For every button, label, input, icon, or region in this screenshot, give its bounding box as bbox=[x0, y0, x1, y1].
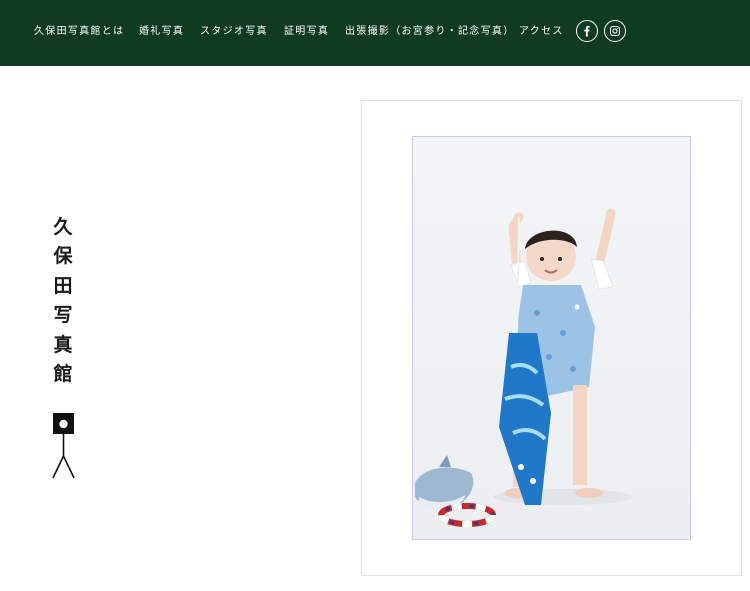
instagram-icon bbox=[609, 25, 621, 37]
nav-item-location-shoot[interactable]: 出張撮影（お宮参り・記念写真） bbox=[345, 25, 515, 39]
toddler-photo-illustration bbox=[413, 137, 690, 539]
nav-item-studio-photo[interactable]: スタジオ写真 bbox=[200, 25, 268, 39]
nav-item-access[interactable]: アクセス bbox=[519, 25, 564, 39]
facebook-link[interactable] bbox=[576, 20, 598, 42]
brand-logo-text: 久保田写真館 bbox=[53, 215, 73, 386]
top-navigation-bar: 久保田写真館とは 婚礼写真 スタジオ写真 証明写真 出張撮影（お宮参り・記念写真… bbox=[0, 0, 750, 66]
nav-item-id-photo[interactable]: 証明写真 bbox=[284, 25, 329, 39]
hero-photo[interactable] bbox=[412, 136, 691, 540]
nav-item-wedding-photo[interactable]: 婚礼写真 bbox=[139, 25, 184, 39]
facebook-icon bbox=[584, 25, 590, 37]
instagram-link[interactable] bbox=[604, 20, 626, 42]
nav-item-about[interactable]: 久保田写真館とは bbox=[34, 25, 124, 39]
camera-tripod-icon bbox=[52, 413, 75, 479]
